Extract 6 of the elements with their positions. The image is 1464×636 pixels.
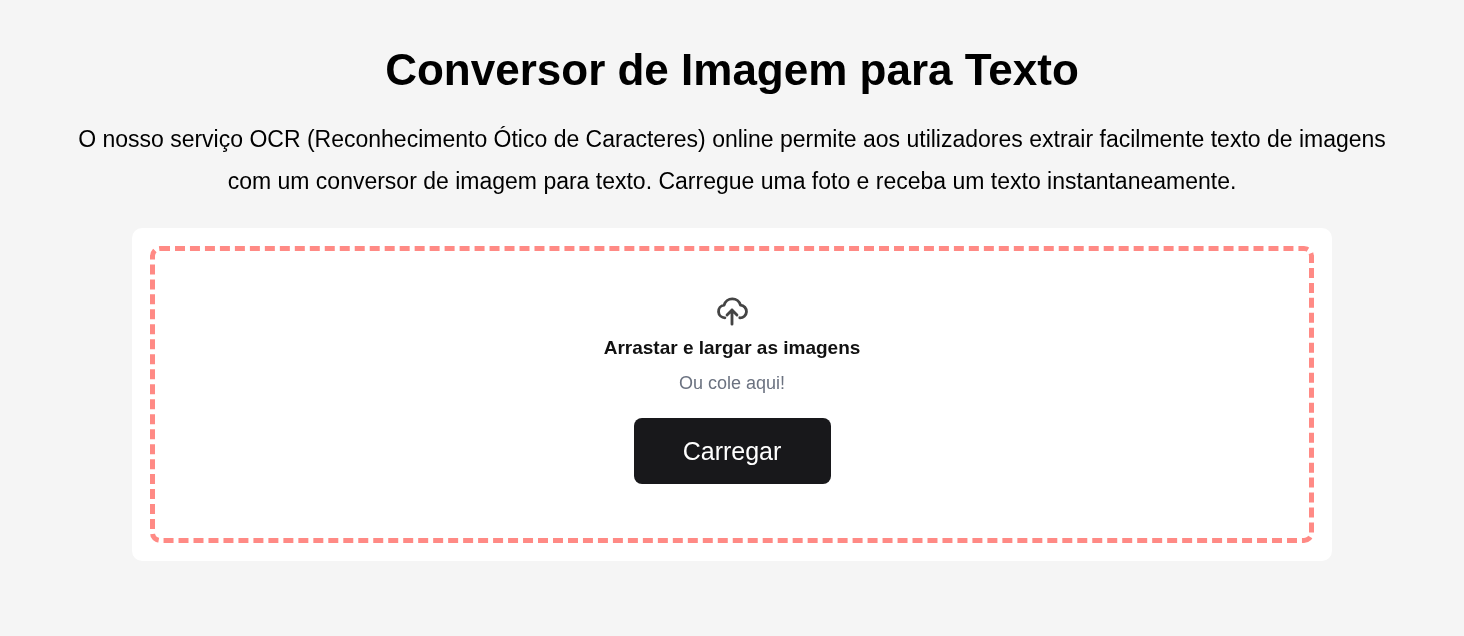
drop-heading: Arrastar e largar as imagens	[603, 337, 861, 359]
drop-zone[interactable]: Arrastar e largar as imagens Ou cole aqui! Carregar	[150, 246, 1314, 543]
description: O nosso serviço OCR (Reconhecimento Ótico de Caracteres) online permite aos utilizadores extrair facilmente texto de imagens com um conversor de imagem para texto. Carregue uma foto e receba um texto instantaneamente.	[77, 125, 1387, 196]
paste-hint: Ou cole aqui!	[678, 373, 786, 394]
page-title: Conversor de Imagem para Texto	[385, 44, 1079, 96]
upload-button[interactable]: Carregar	[633, 418, 831, 484]
